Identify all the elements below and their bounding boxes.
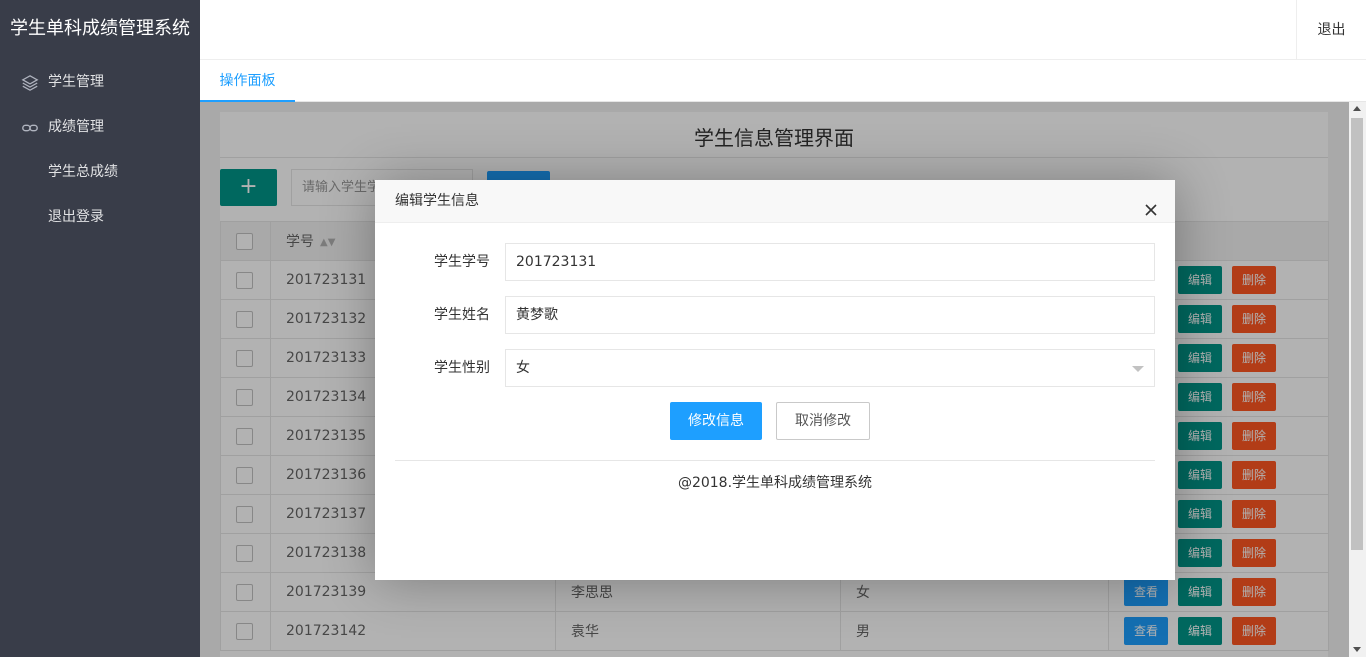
sidebar-item-total-scores[interactable]: 学生总成绩 (0, 150, 200, 195)
sidebar-item-label: 退出登录 (48, 209, 104, 225)
app-title: 学生单科成绩管理系统 (10, 18, 190, 39)
student-id-label: 学生学号 (434, 254, 490, 270)
logout-button[interactable]: 退出 (1296, 0, 1366, 60)
form-row-student-name: 学生姓名 黄梦歌 (375, 296, 1175, 334)
dialog-title: 编辑学生信息 (395, 193, 479, 209)
scroll-up-arrow-icon[interactable] (1353, 106, 1361, 111)
student-name-label: 学生姓名 (434, 307, 490, 323)
sidebar-item-label: 学生管理 (48, 74, 104, 90)
student-name-field[interactable]: 黄梦歌 (505, 296, 1155, 334)
dialog-header: 编辑学生信息 (375, 180, 1175, 223)
tab-bar: 操作面板 (200, 61, 1366, 102)
edit-student-dialog: 编辑学生信息 学生学号 201723131 学生姓名 黄梦歌 学生性别 女 修改… (375, 180, 1175, 580)
sidebar-item-logout[interactable]: 退出登录 (0, 195, 200, 240)
dialog-footer: @2018.学生单科成绩管理系统 (677, 475, 873, 491)
divider (395, 460, 1155, 461)
vertical-scrollbar[interactable] (1349, 102, 1366, 657)
layers-icon (20, 60, 40, 105)
sidebar-item-label: 成绩管理 (48, 119, 104, 135)
tab-operation-panel[interactable]: 操作面板 (200, 61, 295, 102)
close-icon[interactable] (1143, 193, 1159, 216)
link-icon (20, 105, 40, 150)
student-gender-select[interactable]: 女 (505, 349, 1155, 387)
submit-edit-button[interactable]: 修改信息 (670, 402, 762, 440)
student-gender-label: 学生性别 (434, 360, 490, 376)
student-id-field[interactable]: 201723131 (505, 243, 1155, 281)
form-row-student-gender: 学生性别 女 (375, 349, 1175, 387)
scroll-thumb[interactable] (1351, 118, 1363, 550)
sidebar: 学生单科成绩管理系统 学生管理 成绩管理 学生总成绩 退出登录 (0, 0, 200, 657)
cancel-edit-button[interactable]: 取消修改 (776, 402, 870, 440)
chevron-down-icon (1132, 366, 1144, 372)
selected-gender: 女 (516, 360, 530, 376)
sidebar-item-label: 学生总成绩 (48, 164, 118, 180)
form-row-student-id: 学生学号 201723131 (375, 243, 1175, 281)
sidebar-item-student-management[interactable]: 学生管理 (0, 60, 200, 105)
scroll-down-arrow-icon[interactable] (1353, 647, 1361, 652)
top-header: 退出 (200, 0, 1366, 60)
sidebar-item-score-management[interactable]: 成绩管理 (0, 105, 200, 150)
